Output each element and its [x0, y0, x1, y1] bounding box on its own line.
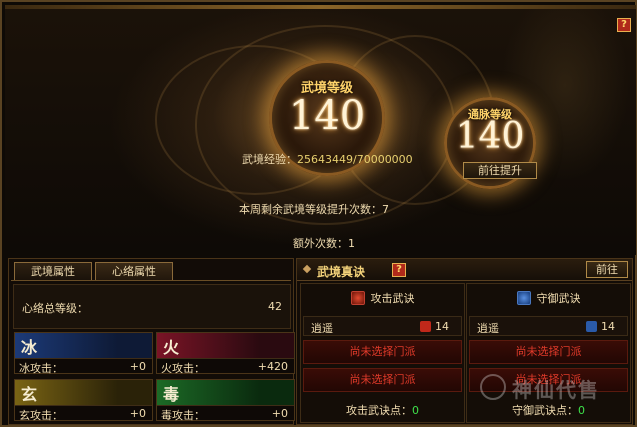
true-art-help-button[interactable]: ? [392, 263, 406, 277]
goto-button[interactable]: 前往 [586, 261, 628, 278]
meridian-level-value: 140 [455, 116, 525, 157]
realm-window: ? 武境等级 140 通脉等级 140 武境经验：25643449/700000… [0, 0, 637, 427]
watermark: 神仙代售 [480, 370, 632, 410]
realm-banner: ? 武境等级 140 通脉等级 140 武境经验：25643449/700000… [5, 5, 636, 255]
realm-exp-label: 武境经验： [242, 153, 297, 166]
attack-emblem-icon [350, 291, 365, 305]
fire-attack-value: +420 [257, 360, 288, 373]
ice-attack-label: 冰攻击： [19, 362, 63, 375]
diamond-bullet-icon [302, 264, 312, 274]
ice-attack-card: 冰 冰攻击： +0 [14, 332, 153, 375]
ice-attack-row: 冰攻击： +0 [15, 358, 152, 375]
meridian-total-value: 42 [268, 300, 282, 313]
help-button[interactable]: ? [617, 18, 631, 32]
defense-emblem-icon [516, 291, 531, 305]
attack-empty-slot[interactable]: 尚未选择门派 [303, 340, 462, 364]
ice-glyph: 冰 [21, 338, 38, 357]
poison-attack-value: +0 [271, 407, 288, 420]
tab-realm-attributes[interactable]: 武境属性 [14, 262, 92, 280]
attack-art-title: 攻击武诀 [370, 292, 415, 305]
tab-meridian-attributes[interactable]: 心络属性 [95, 262, 173, 280]
attack-art-slot[interactable]: 逍遥 14 [303, 316, 462, 336]
defense-slot-name: 逍遥 [477, 322, 499, 335]
watermark-face-icon [480, 374, 506, 400]
attribute-panel: 武境属性 心络属性 心络总等级： 42 冰 冰攻击： +0 火 火攻击： +42… [8, 258, 295, 425]
attack-points-label: 攻击武诀点： [346, 404, 412, 417]
realm-exp: 武境经验：25643449/70000000 [242, 151, 413, 167]
xuan-attack-value: +0 [129, 407, 146, 420]
defense-emblem-icon [586, 321, 597, 332]
tab-divider [11, 280, 291, 281]
true-art-title: 武境真诀 [317, 265, 366, 279]
attack-art-points: 攻击武诀点：0 [301, 402, 464, 418]
xuan-attack-row: 玄攻击： +0 [15, 405, 152, 422]
attack-art-column: 攻击武诀 逍遥 14 尚未选择门派 尚未选择门派 攻击武诀点：0 [300, 283, 465, 423]
poison-attack-card: 毒 毒攻击： +0 [156, 379, 295, 422]
xuan-glyph: 玄 [21, 385, 38, 404]
realm-level-value: 140 [288, 93, 366, 139]
defense-slot-value: 14 [601, 320, 615, 333]
realm-exp-value: 25643449/70000000 [297, 153, 413, 166]
attack-slot-name: 逍遥 [311, 322, 333, 335]
watermark-text: 神仙代售 [512, 378, 600, 402]
meridian-total-label: 心络总等级： [22, 302, 88, 315]
fire-glyph: 火 [163, 338, 180, 357]
extra-upgrades-text: 额外次数：1 [293, 237, 355, 250]
fire-attack-row: 火攻击： +420 [157, 358, 294, 375]
true-art-header: 武境真诀 ? 前往 [297, 259, 632, 281]
upgrade-button[interactable]: 前往提升 [463, 162, 537, 179]
defense-art-header: 守御武诀 [467, 284, 630, 314]
fire-attack-label: 火攻击： [161, 362, 205, 375]
defense-art-slot[interactable]: 逍遥 14 [469, 316, 628, 336]
attack-empty-slot[interactable]: 尚未选择门派 [303, 368, 462, 392]
meridian-total-box: 心络总等级： 42 [13, 284, 291, 329]
attack-points-value: 0 [412, 404, 419, 417]
xuan-attack-label: 玄攻击： [19, 409, 63, 422]
attack-art-header: 攻击武诀 [301, 284, 464, 314]
poison-attack-label: 毒攻击： [161, 409, 205, 422]
weekly-upgrades-text: 本周剩余武境等级提升次数：7 [239, 203, 389, 216]
fire-attack-card: 火 火攻击： +420 [156, 332, 295, 375]
ice-attack-value: +0 [129, 360, 146, 373]
defense-empty-slot[interactable]: 尚未选择门派 [469, 340, 628, 364]
attack-emblem-icon [420, 321, 431, 332]
poison-glyph: 毒 [163, 385, 180, 404]
xuan-attack-card: 玄 玄攻击： +0 [14, 379, 153, 422]
banner-top-border [5, 5, 636, 9]
defense-art-title: 守御武诀 [536, 292, 581, 305]
attack-slot-value: 14 [435, 320, 449, 333]
poison-attack-row: 毒攻击： +0 [157, 405, 294, 422]
